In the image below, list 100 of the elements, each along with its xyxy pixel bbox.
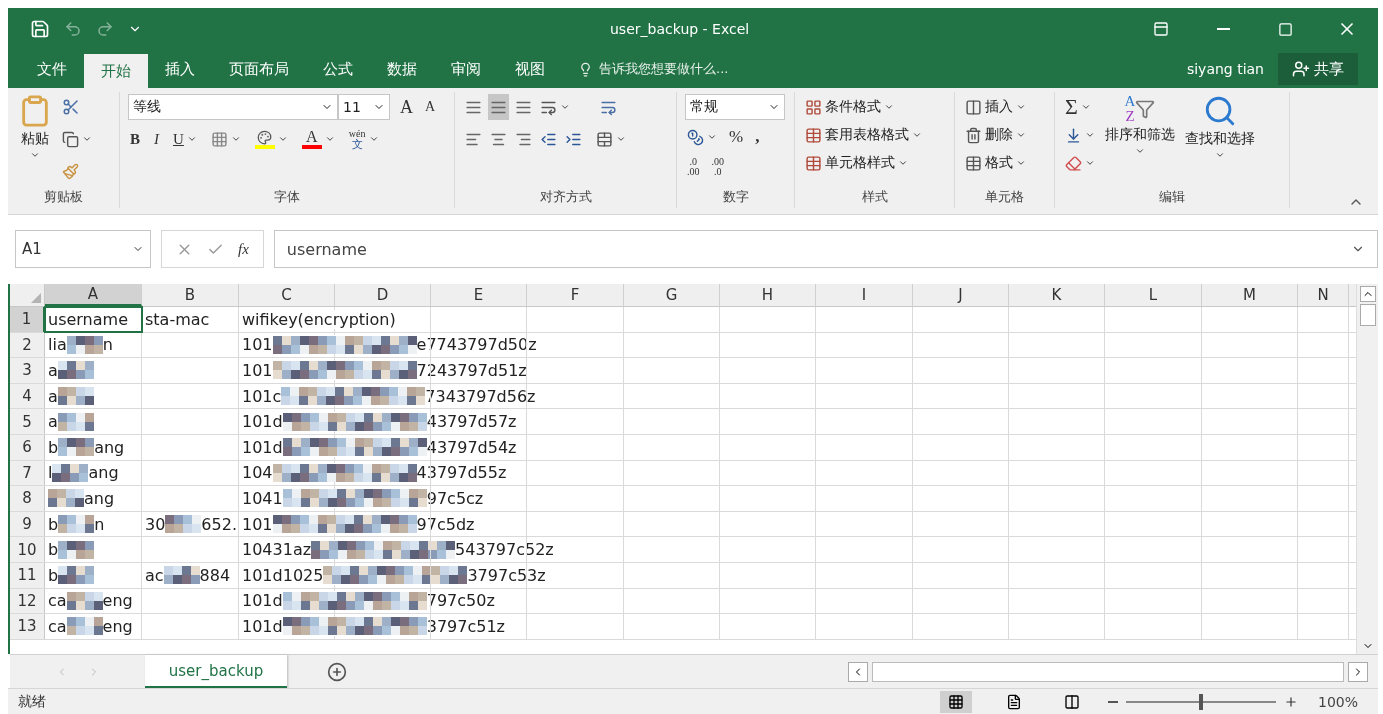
row-header[interactable]: 1 (10, 307, 45, 332)
column-header[interactable]: G (624, 284, 720, 306)
cells-menu-button[interactable]: 插入 (963, 94, 1046, 120)
font-color-button[interactable]: A (299, 126, 337, 152)
percent-button[interactable]: % (727, 124, 746, 150)
column-header[interactable]: A (45, 284, 142, 306)
font-size-dropdown[interactable]: 11 (338, 94, 390, 120)
column-header[interactable]: H (720, 284, 816, 306)
row-header[interactable]: 9 (10, 511, 45, 537)
find-select-button[interactable]: 查找和选择 (1183, 94, 1257, 186)
column-header[interactable]: N (1298, 284, 1349, 306)
style-menu-button[interactable]: 条件格式 (803, 94, 946, 120)
formula-input[interactable]: username (273, 230, 1378, 268)
bold-button[interactable]: B (128, 126, 142, 152)
row-header[interactable]: 13 (10, 614, 45, 639)
status-text: 就绪 (18, 692, 46, 711)
tell-me-search[interactable]: 告诉我您想要做什么... (572, 50, 735, 88)
ribbon-tab[interactable]: 审阅 (434, 50, 498, 88)
ribbon-tab[interactable]: 开始 (84, 54, 148, 88)
window-title: user_backup - Excel (610, 21, 750, 37)
style-menu-button[interactable]: 套用表格格式 (803, 122, 946, 148)
row-header[interactable]: 5 (10, 409, 45, 434)
column-header[interactable]: B (142, 284, 239, 306)
zoom-in-icon (1283, 694, 1298, 709)
ribbon-tab[interactable]: 视图 (498, 50, 562, 88)
zoom-thumb[interactable] (1198, 693, 1203, 710)
table-icon (805, 154, 822, 172)
paste-button[interactable]: 粘贴 (16, 94, 54, 186)
zoom-percentage[interactable]: 100% (1317, 693, 1358, 710)
ribbon-tab[interactable]: 页面布局 (212, 50, 306, 88)
column-header[interactable]: M (1202, 284, 1298, 306)
comma-style-button[interactable]: , (753, 124, 762, 150)
sort-filter-button[interactable]: A Z 排序和筛选 (1103, 94, 1177, 186)
row-header[interactable]: 12 (10, 588, 45, 614)
group-label: 单元格 (985, 188, 1024, 206)
cell-text: a (48, 386, 94, 406)
middle-align-button[interactable] (488, 94, 509, 120)
grow-font-button[interactable]: A (398, 94, 415, 120)
normal-view-button[interactable] (939, 690, 972, 713)
column-header[interactable]: L (1105, 284, 1202, 306)
decrease-decimal-button[interactable]: .00 .0 (709, 154, 726, 180)
increase-decimal-button[interactable]: .0 .00 (685, 154, 702, 180)
column-header[interactable]: C (239, 284, 335, 306)
row-header[interactable]: 4 (10, 383, 45, 409)
table-icon (805, 126, 822, 144)
name-box[interactable]: A1 (15, 230, 151, 268)
ribbon-tab[interactable]: 数据 (370, 50, 434, 88)
ribbon-tab[interactable]: 文件 (20, 50, 84, 88)
caret-icon (1016, 102, 1026, 112)
row-header[interactable]: 8 (10, 486, 45, 511)
style-menu-button[interactable]: 单元格样式 (803, 150, 946, 176)
caret-icon (616, 134, 626, 144)
caret-icon (1085, 158, 1095, 168)
row-header[interactable]: 2 (10, 332, 45, 358)
underline-button[interactable]: U (171, 126, 199, 152)
autosum-button[interactable]: Σ (1063, 94, 1097, 120)
column-header[interactable]: I (816, 284, 913, 306)
sheet-tab[interactable]: user_backup (145, 655, 287, 688)
caret-icon (277, 134, 288, 144)
row-header[interactable]: 11 (10, 562, 45, 588)
caret-icon (884, 102, 894, 112)
ribbon-tab[interactable]: 公式 (306, 50, 370, 88)
shrink-font-button[interactable]: A (423, 94, 438, 120)
number-format-dropdown[interactable]: 常规 (685, 94, 785, 120)
group-label: 字体 (274, 188, 300, 206)
cell-text: 101 97c5dz (242, 514, 475, 534)
caret-icon (30, 150, 40, 160)
column-header[interactable]: J (913, 284, 1009, 306)
share-button[interactable]: 共享 (1278, 53, 1358, 85)
row-header[interactable]: 3 (10, 358, 45, 383)
row-header[interactable]: 6 (10, 434, 45, 460)
save-button[interactable] (30, 19, 50, 39)
font-name-dropdown[interactable]: 等线 (128, 94, 338, 120)
cell-text: 104 43797d55z (242, 463, 507, 483)
down-arrow-icon (1065, 126, 1082, 144)
column-header[interactable]: E (431, 284, 527, 306)
columns-icon (965, 98, 982, 116)
vertical-scrollbar[interactable] (1356, 284, 1378, 654)
caret-icon (1085, 130, 1095, 140)
scroll-thumb[interactable] (1359, 304, 1376, 326)
column-header[interactable]: K (1009, 284, 1105, 306)
cell-text: wifikey(encryption) (242, 309, 396, 329)
row-header[interactable]: 10 (10, 537, 45, 562)
cells-menu-button[interactable]: 删除 (963, 122, 1046, 148)
cell-text: 30 652. (145, 514, 237, 534)
cells-menu-button[interactable]: 格式 (963, 150, 1046, 176)
caret-icon (368, 134, 379, 144)
user-name: siyang tian (1186, 61, 1264, 77)
phonetic-guide-button[interactable]: wén 文 (346, 126, 381, 152)
cell-text: 1041 97c5cz (242, 488, 484, 508)
caret-icon (186, 134, 197, 144)
caret-icon (1080, 102, 1091, 112)
insert-function-button[interactable]: fx (238, 240, 249, 258)
column-header[interactable]: D (335, 284, 431, 306)
ribbon-tab[interactable]: 插入 (148, 50, 212, 88)
cell-text: 101 7243797d51z (242, 361, 527, 380)
column-header[interactable]: F (527, 284, 624, 306)
row-header[interactable]: 7 (10, 460, 45, 486)
cell-text: ca eng (48, 591, 133, 611)
italic-button[interactable]: I (152, 126, 161, 152)
